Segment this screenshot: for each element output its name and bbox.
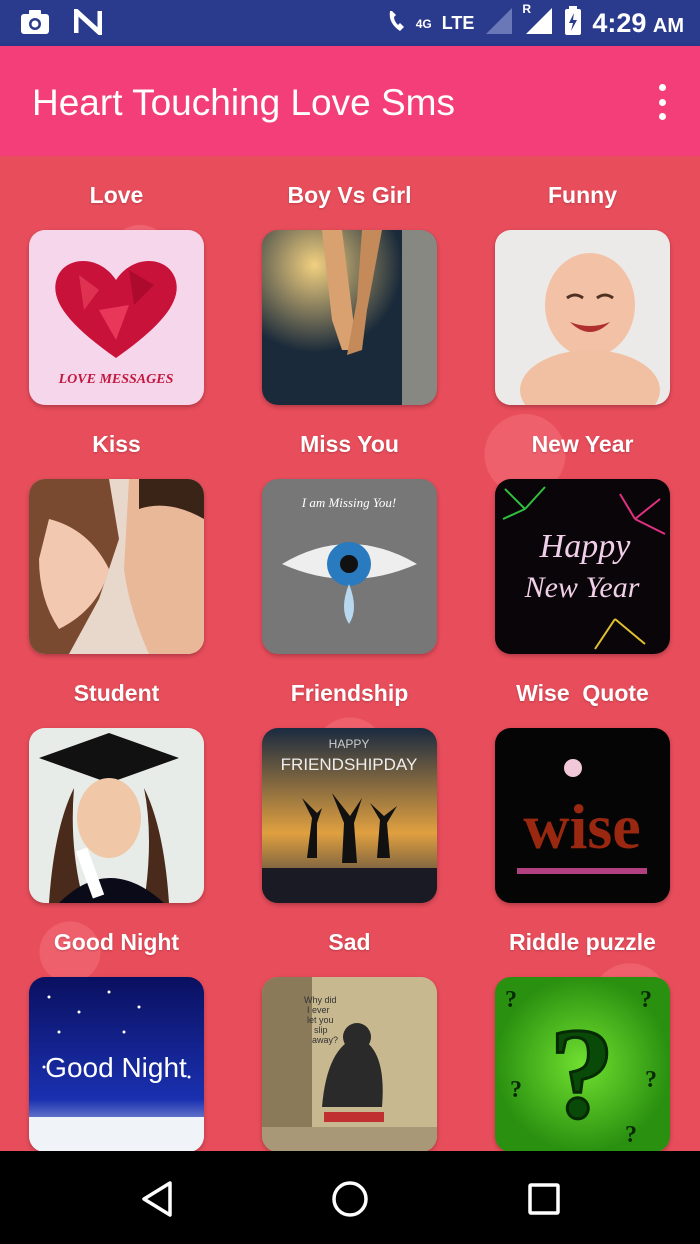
navigation-bar	[0, 1151, 700, 1244]
category-label: Student	[73, 680, 160, 706]
friendship-image-text-1: HAPPY	[329, 737, 370, 751]
category-label: Boy Vs Girl	[287, 182, 412, 208]
app-title: Heart Touching Love Sms	[32, 82, 455, 123]
sad-image-text-3: let you	[307, 1015, 334, 1025]
category-riddle-puzzle[interactable]: Riddle puzzle ? ?????	[466, 925, 699, 1151]
category-student[interactable]: Student	[0, 676, 233, 903]
graduate-student-image[interactable]	[29, 728, 204, 903]
wifi-call-icon	[386, 7, 412, 40]
category-love[interactable]: Love LOVE MESSAGES	[0, 178, 233, 405]
friendship-image-text-2: FRIENDSHIPDAY	[281, 755, 418, 774]
svg-text:?: ?	[640, 987, 652, 1013]
category-kiss[interactable]: Kiss	[0, 427, 233, 654]
category-sad[interactable]: Sad Why did I ever let you slip away?	[233, 925, 466, 1151]
overflow-menu-icon[interactable]	[654, 84, 670, 120]
home-icon[interactable]	[328, 1177, 372, 1221]
category-good-night[interactable]: Good Night Good Night	[0, 925, 233, 1151]
category-label: New Year	[531, 431, 634, 457]
missyou-image-text: I am Missing You!	[301, 495, 397, 510]
category-label: Kiss	[92, 431, 141, 457]
wise-image-text: wise	[523, 791, 640, 862]
happy-new-year-image[interactable]: Happy New Year	[495, 479, 670, 654]
signal-icon	[484, 6, 514, 41]
category-label: Sad	[328, 929, 371, 955]
svg-text:?: ?	[645, 1067, 657, 1093]
love-image-text: LOVE MESSAGES	[58, 372, 174, 387]
question-marks-image[interactable]: ? ?????	[495, 977, 670, 1151]
category-label: Miss You	[300, 431, 399, 457]
sad-image-text-2: I ever	[307, 1005, 330, 1015]
laughing-baby-image[interactable]	[495, 230, 670, 405]
status-time: 4:29	[592, 8, 647, 38]
recents-icon[interactable]	[522, 1177, 566, 1221]
good-night-image[interactable]: Good Night	[29, 977, 204, 1151]
category-label: Good Night	[53, 929, 180, 955]
category-label: Love	[89, 182, 144, 208]
svg-text:?: ?	[625, 1122, 637, 1148]
love-messages-image[interactable]: LOVE MESSAGES	[29, 230, 204, 405]
category-wise-quote[interactable]: Wise Quote wise	[466, 676, 699, 903]
goodnight-image-text: Good Night	[45, 1052, 187, 1083]
status-bar: 4G LTE R 4:29 AM	[0, 0, 700, 46]
category-grid: Love LOVE MESSAGES Boy Vs Girl Funny Kis…	[0, 156, 700, 1151]
holding-hands-image[interactable]	[262, 230, 437, 405]
newyear-image-text-2: New Year	[524, 571, 640, 604]
crying-eye-image[interactable]: I am Missing You!	[262, 479, 437, 654]
camera-icon	[20, 9, 50, 40]
category-boy-vs-girl[interactable]: Boy Vs Girl	[233, 178, 466, 405]
couple-kiss-image[interactable]	[29, 479, 204, 654]
sad-person-image[interactable]: Why did I ever let you slip away?	[262, 977, 437, 1151]
back-icon[interactable]	[136, 1177, 180, 1221]
category-label: Funny	[548, 182, 617, 208]
lte-label: LTE	[441, 13, 475, 33]
svg-text:?: ?	[510, 1077, 522, 1103]
category-label: Wise Quote	[516, 680, 649, 706]
sad-image-text-1: Why did	[304, 995, 337, 1005]
svg-text:?: ?	[505, 987, 517, 1013]
wise-quote-image[interactable]: wise	[495, 728, 670, 903]
friendship-day-image[interactable]: HAPPY FRIENDSHIPDAY	[262, 728, 437, 903]
app-bar: Heart Touching Love Sms	[0, 46, 700, 156]
category-miss-you[interactable]: Miss You I am Missing You!	[233, 427, 466, 654]
notification-n-icon	[73, 5, 103, 40]
roaming-signal-icon: R	[522, 2, 554, 41]
roaming-label: R	[522, 2, 532, 16]
newyear-image-text-1: Happy	[539, 528, 632, 565]
status-ampm: AM	[652, 15, 684, 37]
category-funny[interactable]: Funny	[466, 178, 699, 405]
battery-charging-icon	[564, 6, 582, 41]
sad-image-text-5: away?	[312, 1035, 338, 1045]
category-friendship[interactable]: Friendship HAPPY FRIENDSHIPDAY	[233, 676, 466, 903]
sad-image-text-4: slip	[314, 1025, 328, 1035]
svg-text:?: ?	[550, 1002, 615, 1146]
category-label: Riddle puzzle	[509, 929, 656, 955]
network-type-label: 4G	[415, 16, 432, 31]
category-new-year[interactable]: New Year Happy New Year	[466, 427, 699, 654]
category-label: Friendship	[290, 680, 409, 706]
